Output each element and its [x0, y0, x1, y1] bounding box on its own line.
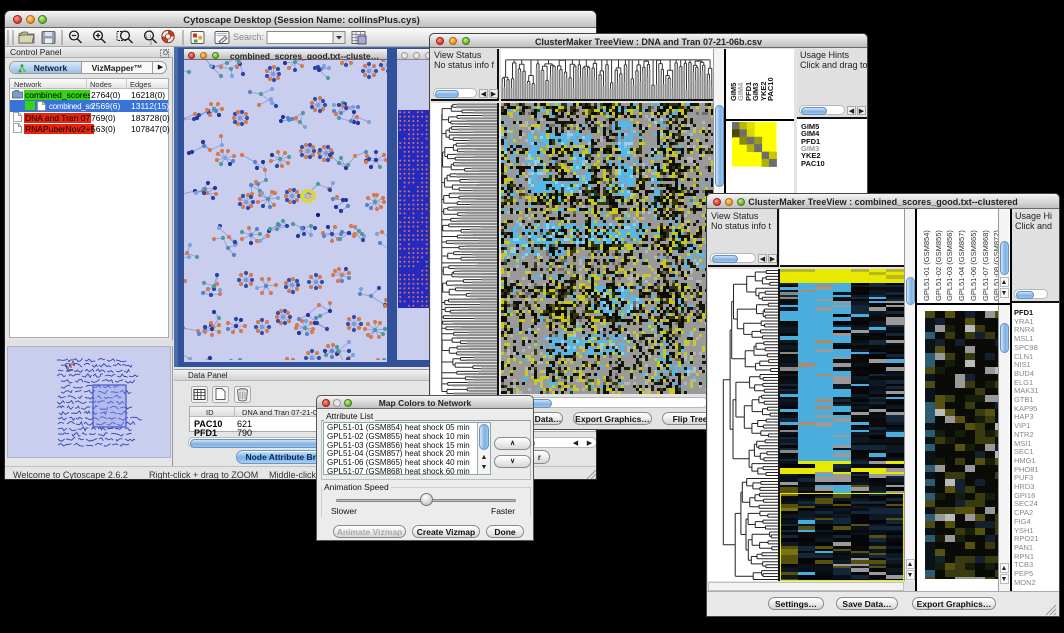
- svg-text:1:1: 1:1: [146, 34, 153, 39]
- svg-text:Search:: Search:: [233, 32, 264, 42]
